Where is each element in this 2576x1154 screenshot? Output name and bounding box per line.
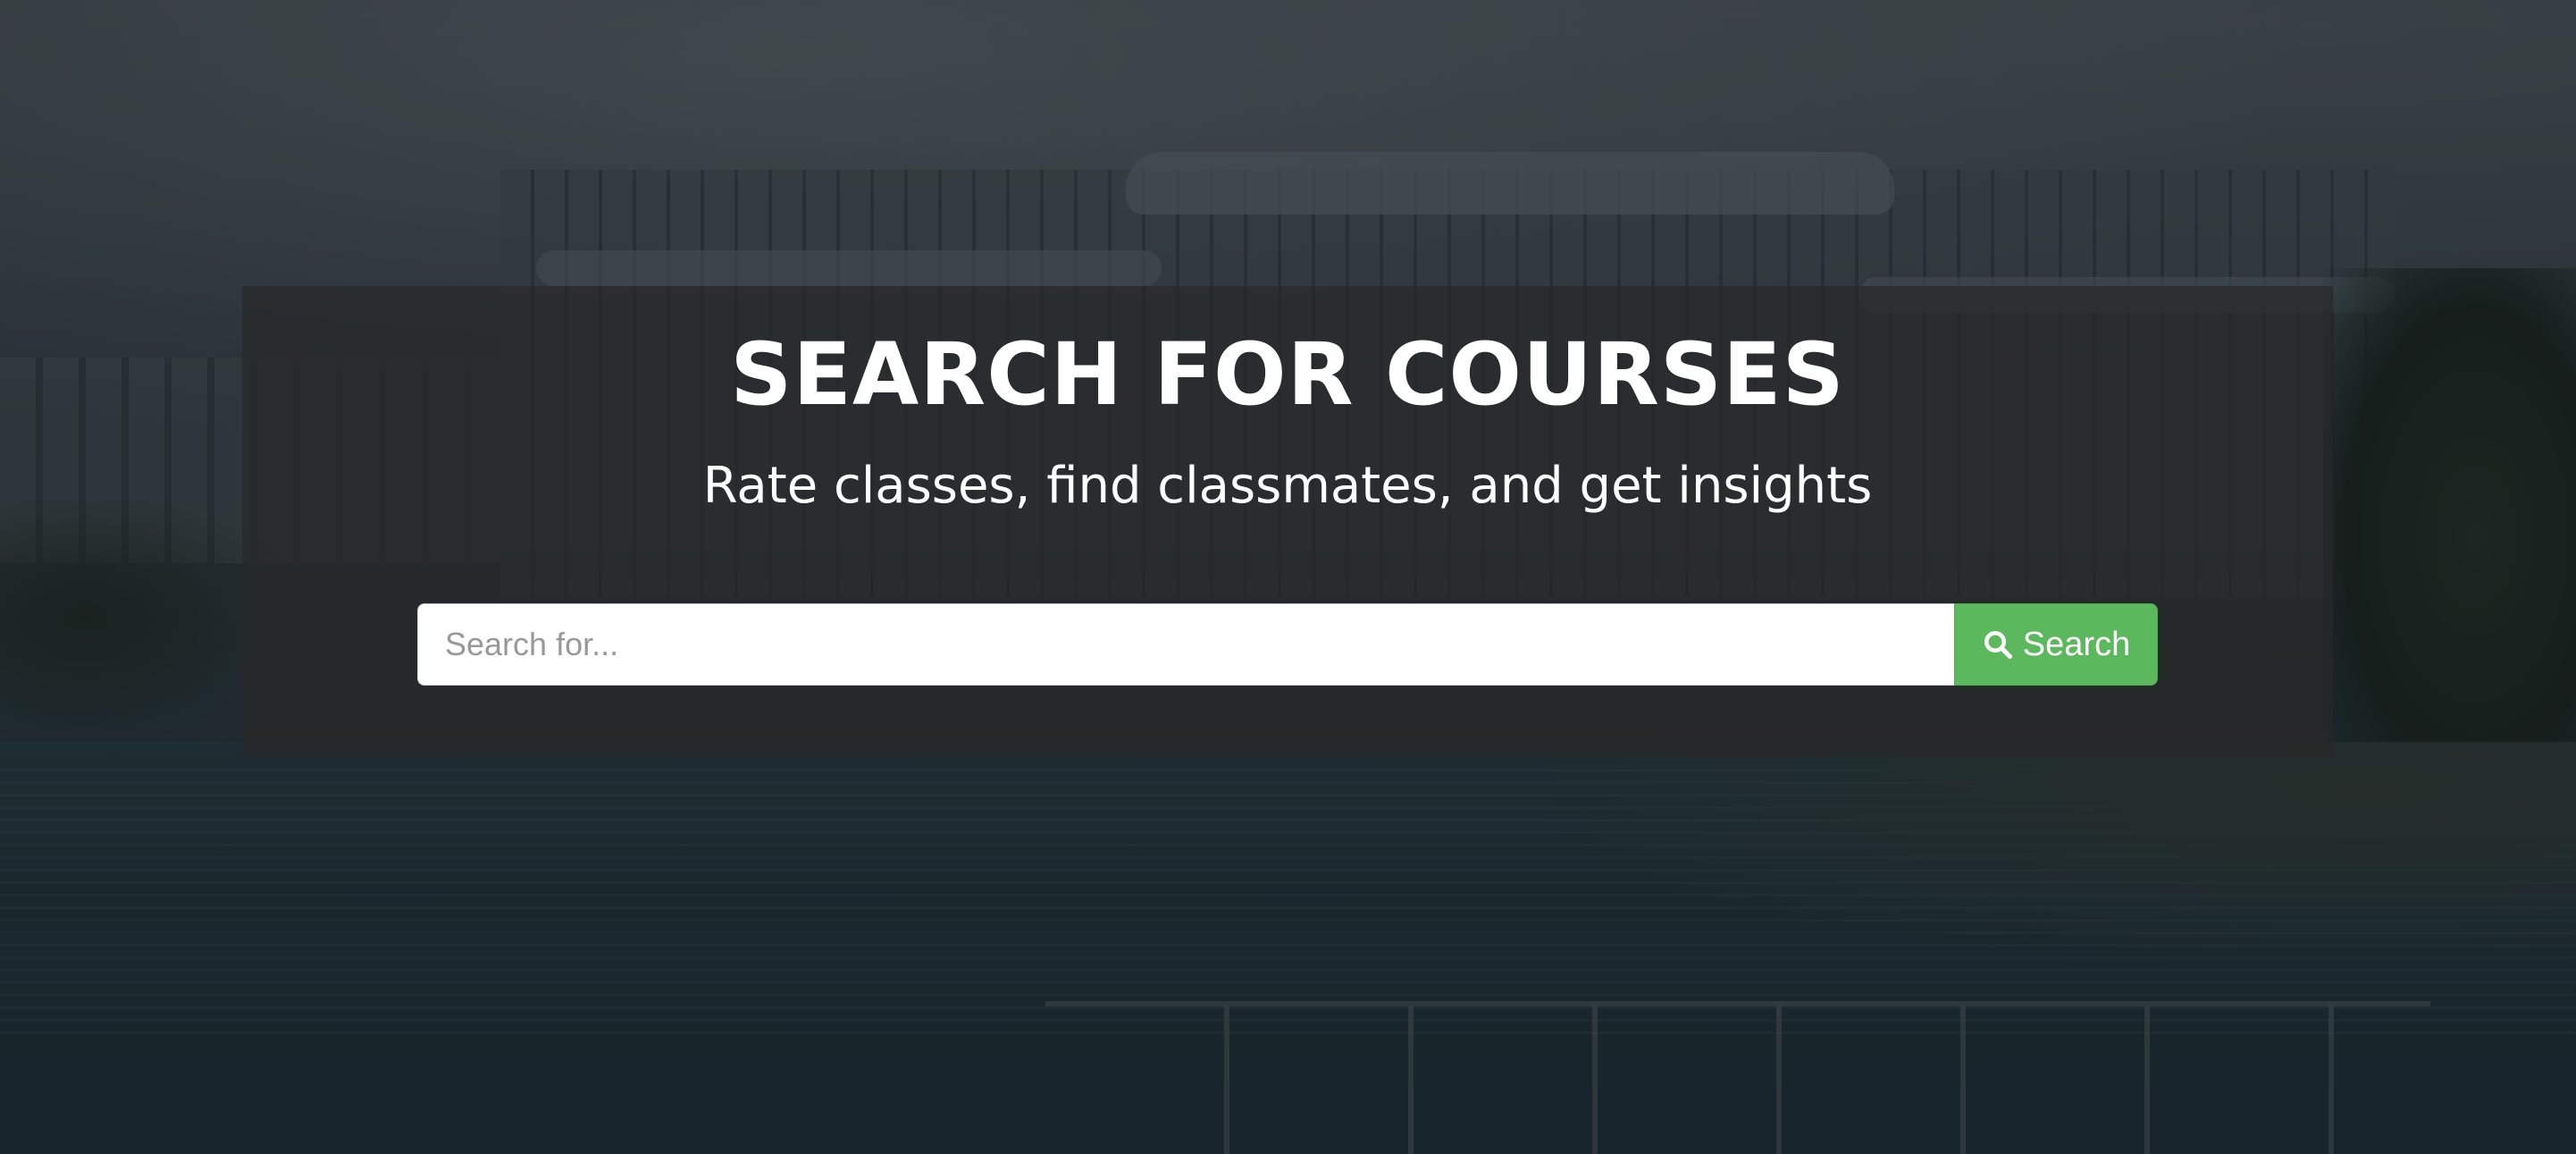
page-subtitle: Rate classes, find classmates, and get i…: [702, 457, 1873, 515]
search-form: Search: [417, 603, 2158, 686]
search-icon: [1984, 631, 2012, 660]
search-button-label: Search: [2022, 625, 2131, 663]
search-button[interactable]: Search: [1954, 603, 2158, 686]
search-input[interactable]: [417, 603, 1954, 686]
page-title: SEARCH FOR COURSES: [730, 324, 1845, 425]
search-panel: SEARCH FOR COURSES Rate classes, find cl…: [242, 286, 2333, 757]
hero-section: SEARCH FOR COURSES Rate classes, find cl…: [0, 0, 2576, 1154]
